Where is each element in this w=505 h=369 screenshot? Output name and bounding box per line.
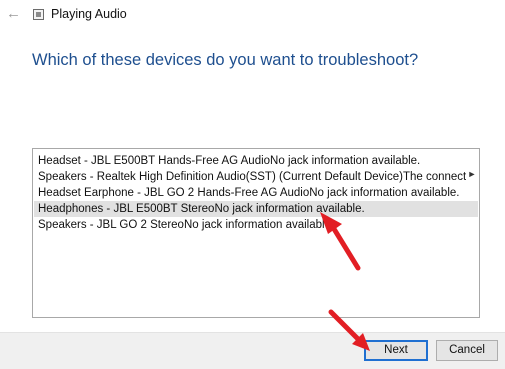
window-title: Playing Audio [51, 7, 127, 21]
device-listbox[interactable]: Headset - JBL E500BT Hands-Free AG Audio… [32, 148, 480, 318]
window-icon [33, 9, 44, 20]
device-item-headset-e500bt[interactable]: Headset - JBL E500BT Hands-Free AG Audio… [34, 153, 478, 169]
cancel-button[interactable]: Cancel [436, 340, 498, 361]
scroll-right-icon[interactable]: ► [467, 169, 477, 179]
back-arrow-icon[interactable]: ← [6, 6, 22, 22]
device-item-speakers-realtek[interactable]: Speakers - Realtek High Definition Audio… [34, 169, 466, 185]
footer-bar [0, 332, 505, 369]
title-bar: ← Playing Audio [0, 0, 505, 30]
device-item-headphones-e500bt[interactable]: Headphones - JBL E500BT StereoNo jack in… [34, 201, 478, 217]
next-button[interactable]: Next [364, 340, 428, 361]
device-item-speakers-go2[interactable]: Speakers - JBL GO 2 StereoNo jack inform… [34, 217, 478, 233]
page-heading: Which of these devices do you want to tr… [32, 51, 419, 69]
device-item-headset-earphone-go2[interactable]: Headset Earphone - JBL GO 2 Hands-Free A… [34, 185, 478, 201]
